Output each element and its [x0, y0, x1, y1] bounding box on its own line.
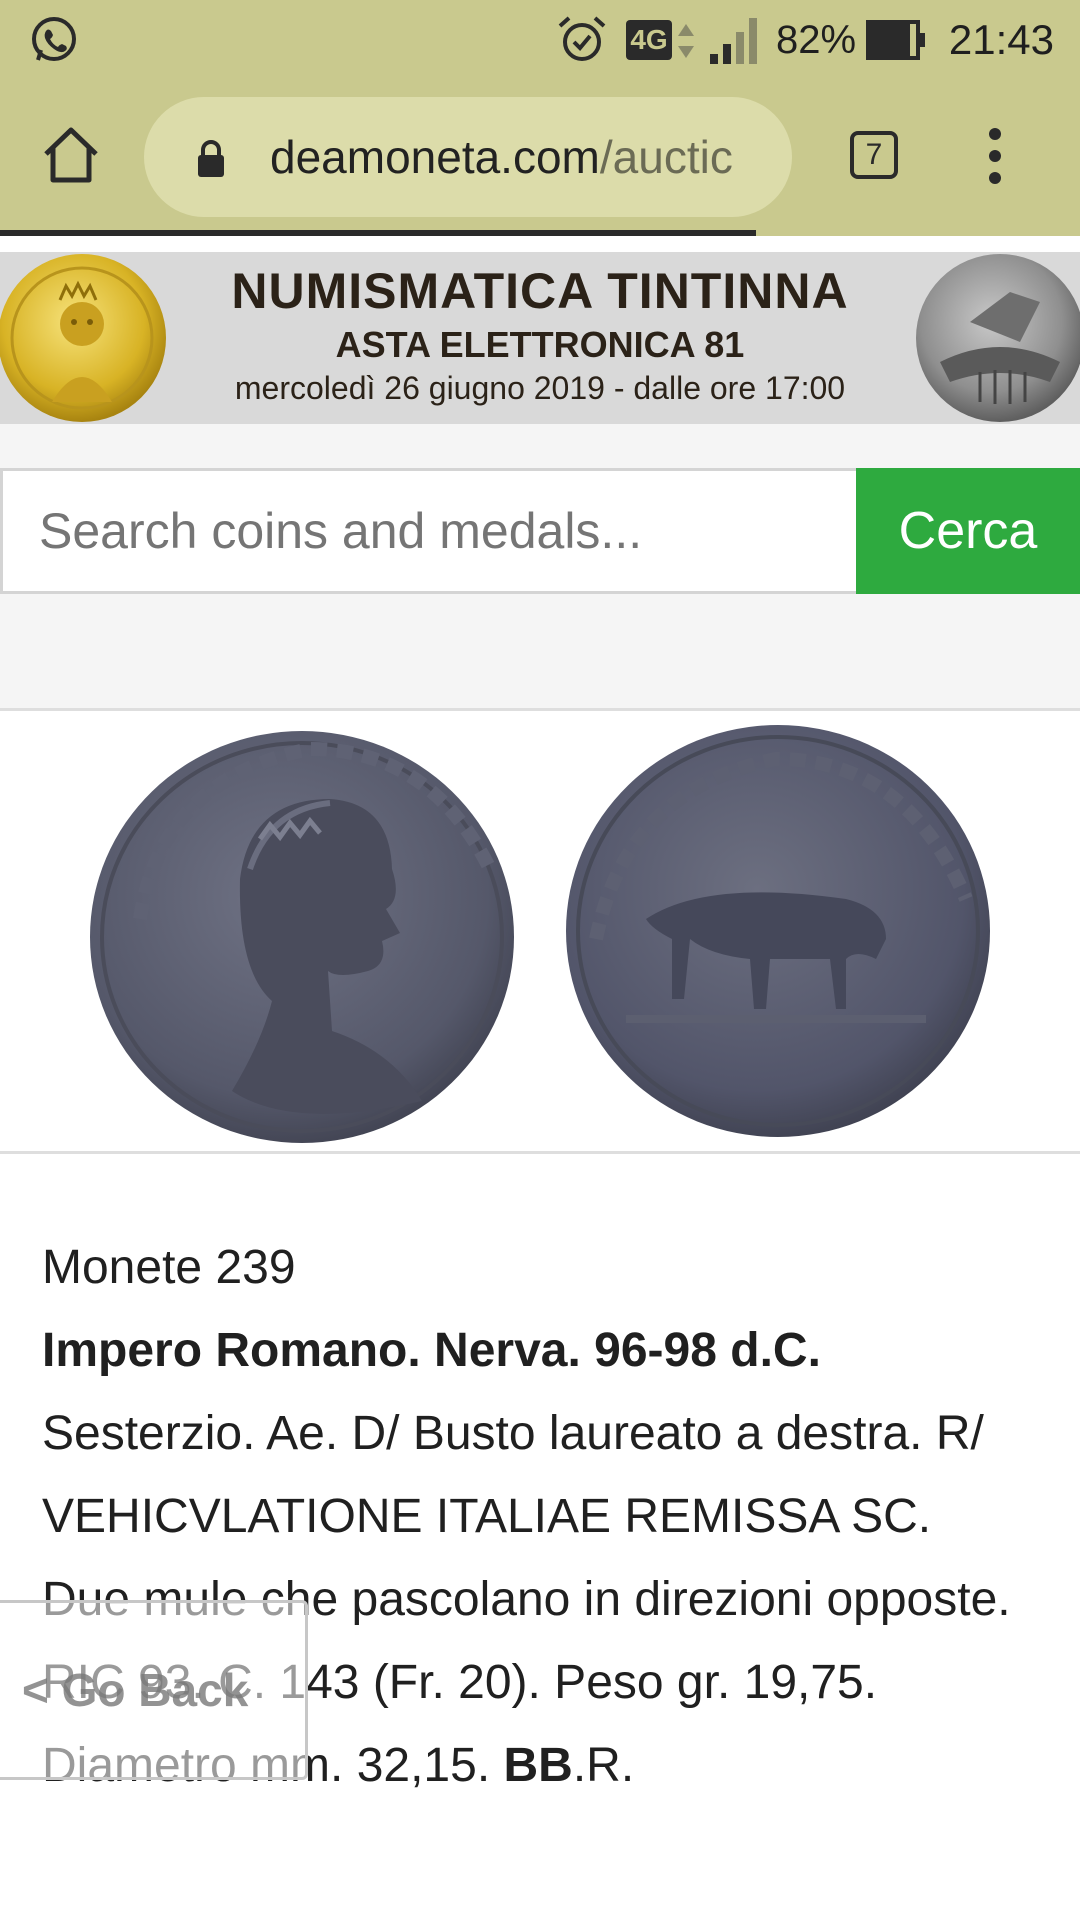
- tab-switcher-button[interactable]: 7: [850, 131, 898, 179]
- clock: 21:43: [948, 16, 1054, 63]
- page-load-progress: [0, 230, 1080, 236]
- coin-reverse-image[interactable]: [556, 719, 1006, 1149]
- banner-date: mercoledì 26 giugno 2019 - dalle ore 17:…: [234, 370, 846, 406]
- page-load-progress-fill: [0, 230, 756, 236]
- whatsapp-icon: [32, 17, 76, 61]
- lock-icon: [198, 140, 224, 177]
- go-back-button[interactable]: < Go Back: [0, 1600, 308, 1780]
- lot-heading: Impero Romano. Nerva. 96-98 d.C.: [42, 1324, 821, 1377]
- home-icon[interactable]: [40, 124, 102, 186]
- battery-icon: [866, 20, 925, 60]
- lot-rarity: .R.: [572, 1739, 635, 1792]
- browser-toolbar: deamoneta.com/auctic 7: [0, 80, 1080, 234]
- coin-obverse-image[interactable]: [80, 719, 530, 1149]
- address-bar[interactable]: deamoneta.com/auctic: [144, 97, 792, 217]
- banner-subtitle: ASTA ELETTRONICA 81: [335, 324, 745, 365]
- url-domain: deamoneta.com: [270, 131, 600, 183]
- status-bar: 4G 82% 21:43: [0, 0, 1080, 80]
- url-text[interactable]: deamoneta.com/auctic: [270, 127, 770, 187]
- lot-grade: BB: [503, 1739, 573, 1792]
- divider: [0, 1151, 1080, 1154]
- 4g-icon: 4G: [626, 20, 672, 60]
- search-area: Cerca: [0, 424, 1080, 710]
- lot-number: Monete 239: [42, 1241, 296, 1294]
- silver-coin-image: [916, 254, 1080, 422]
- alarm-icon: [558, 16, 606, 61]
- data-arrows-icon: [678, 24, 694, 58]
- search-button[interactable]: Cerca: [856, 468, 1080, 594]
- coin-images: [0, 711, 1080, 1151]
- overflow-menu-icon[interactable]: [980, 126, 1010, 186]
- banner-title: NUMISMATICA TINTINNA: [231, 263, 849, 319]
- signal-icon: [710, 18, 757, 64]
- battery-percent: 82%: [776, 18, 857, 62]
- search-input[interactable]: [0, 468, 856, 594]
- url-path: /auctic: [599, 131, 733, 183]
- auction-banner[interactable]: NUMISMATICA TINTINNA ASTA ELETTRONICA 81…: [0, 252, 1080, 424]
- gold-coin-image: [0, 254, 166, 422]
